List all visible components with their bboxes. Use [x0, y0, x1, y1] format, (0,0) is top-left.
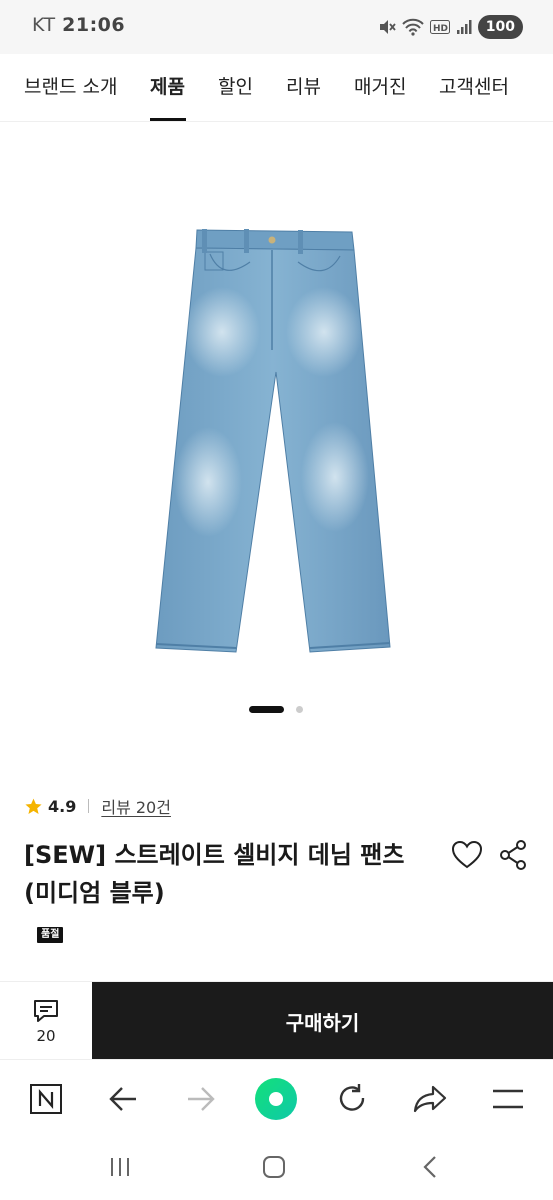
product-title-line2: (미디엄 블루) — [24, 879, 165, 907]
carousel-dot[interactable] — [296, 706, 303, 713]
carousel-indicator — [0, 706, 553, 716]
heart-icon — [451, 840, 483, 869]
rating-row: 4.9 리뷰 20건 — [24, 795, 171, 817]
buy-button[interactable]: 구매하기 — [92, 982, 553, 1060]
divider — [88, 799, 90, 813]
browser-toolbar — [0, 1059, 553, 1137]
hd-icon: HD — [429, 20, 450, 34]
svg-text:HD: HD — [433, 24, 448, 34]
status-bar: KT 21:06 HD 100 — [0, 0, 553, 54]
active-tab-indicator — [150, 118, 186, 121]
denim-pants-image — [155, 229, 391, 653]
forward-button[interactable] — [178, 1077, 222, 1121]
forward-share-icon — [413, 1085, 447, 1113]
refresh-button[interactable] — [330, 1077, 374, 1121]
hamburger-icon — [493, 1089, 523, 1109]
battery-badge: 100 — [477, 15, 523, 39]
signal-icon — [456, 20, 472, 34]
naver-home-button[interactable] — [24, 1077, 68, 1121]
rating-value: 4.9 — [48, 796, 77, 816]
chevron-left-icon — [423, 1156, 436, 1178]
product-title: [SEW] 스트레이트 셀비지 데님 팬츠 (미디엄 블루) — [24, 836, 434, 912]
back-button[interactable] — [102, 1077, 146, 1121]
tab-reviews[interactable]: 리뷰 — [286, 72, 321, 99]
share-icon — [500, 840, 526, 870]
menu-button[interactable] — [486, 1077, 530, 1121]
green-dot-icon — [255, 1078, 297, 1120]
system-nav-bar — [0, 1137, 553, 1200]
carrier-label: KT — [32, 14, 56, 36]
mute-icon — [379, 20, 396, 34]
arrow-right-icon — [188, 1087, 215, 1111]
clock: 21:06 — [62, 14, 126, 36]
product-image[interactable] — [0, 122, 553, 742]
top-nav: 브랜드 소개 제품 할인 리뷰 매거진 고객센터 — [0, 54, 553, 122]
status-icons: HD 100 — [378, 14, 523, 40]
refresh-icon — [339, 1084, 365, 1111]
system-back-button[interactable] — [410, 1151, 450, 1183]
arrow-left-icon — [109, 1087, 136, 1111]
share-button[interactable] — [497, 838, 529, 872]
tab-products[interactable]: 제품 — [150, 72, 185, 99]
purchase-bar: 20 구매하기 — [0, 981, 553, 1060]
sold-out-badge: 품절 — [37, 927, 64, 943]
carousel-dot-active[interactable] — [249, 706, 284, 713]
naver-n-icon — [30, 1084, 62, 1114]
star-icon — [25, 798, 42, 814]
comment-icon — [34, 1000, 58, 1022]
share-page-button[interactable] — [408, 1077, 452, 1121]
recent-apps-icon — [111, 1158, 129, 1176]
wishlist-button[interactable] — [450, 838, 484, 872]
green-dot-button[interactable] — [254, 1077, 298, 1121]
review-count-link[interactable]: 리뷰 20건 — [101, 794, 171, 818]
recent-apps-button[interactable] — [100, 1151, 140, 1183]
tab-brand-intro[interactable]: 브랜드 소개 — [24, 72, 117, 99]
home-icon — [263, 1156, 285, 1178]
status-left: KT 21:06 — [32, 14, 125, 36]
tab-discount[interactable]: 할인 — [218, 72, 253, 99]
wifi-icon — [402, 18, 424, 36]
product-title-line1: [SEW] 스트레이트 셀비지 데님 팬츠 — [24, 841, 405, 869]
home-button[interactable] — [254, 1151, 294, 1183]
review-count: 20 — [36, 1027, 56, 1045]
tab-customer-center[interactable]: 고객센터 — [439, 72, 509, 99]
tab-magazine[interactable]: 매거진 — [354, 72, 406, 99]
review-comment-button[interactable]: 20 — [0, 982, 92, 1060]
